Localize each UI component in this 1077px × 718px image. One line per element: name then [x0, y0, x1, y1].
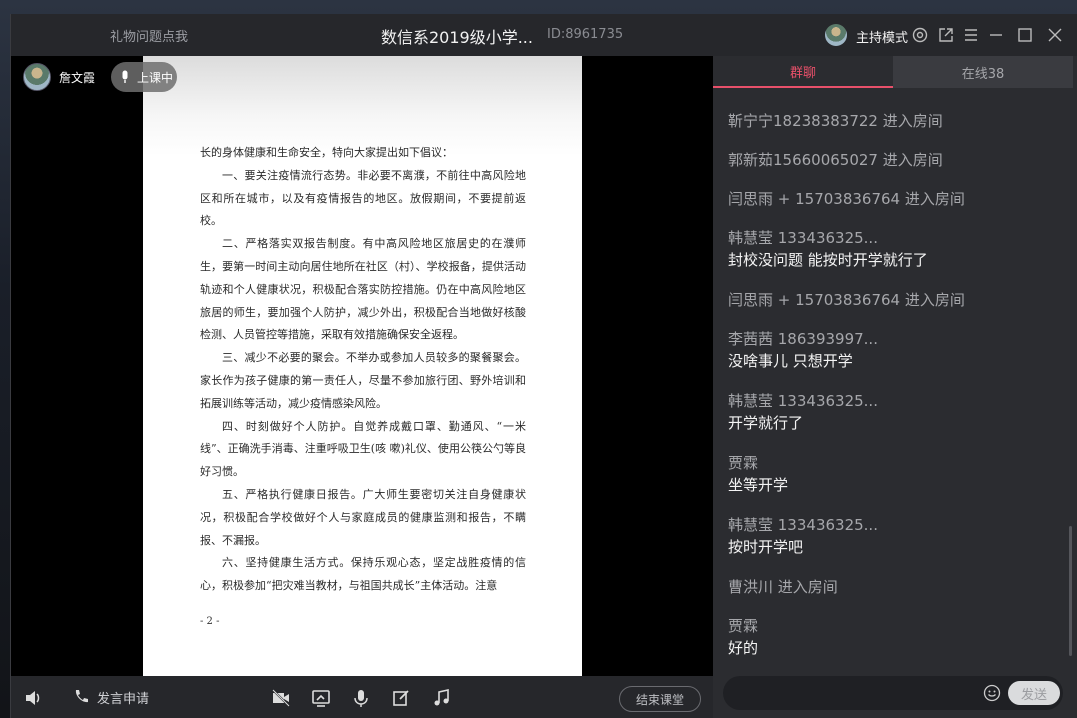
document-paragraph: 五、严格执行健康日报告。广大师生要密切关注自身健康状况，积极配合学校做好个人与家…	[200, 487, 526, 547]
end-class-button[interactable]: 结束课堂	[619, 686, 701, 712]
tab-group-chat[interactable]: 群聊	[713, 56, 893, 88]
document-paragraph: 二、严格落实双报告制度。有中高风险地区旅居史的在濮师生，要第一时间主动向居住地所…	[200, 237, 526, 342]
music-icon[interactable]	[431, 688, 451, 708]
chat-message-sender: 靳宁宁18238383722 进入房间	[728, 112, 943, 130]
speak-request-label: 发言申请	[97, 691, 150, 707]
chat-message: 贾霖 坐等开学	[728, 452, 788, 495]
chat-message-content: 好的	[728, 639, 759, 657]
chat-message: 靳宁宁18238383722 进入房间	[728, 110, 943, 131]
settings-icon[interactable]	[911, 26, 929, 44]
chat-message-content: 坐等开学	[728, 476, 789, 494]
title-bar: 礼物问题点我 数信系2019级小学... ID:8961735 主持模式	[11, 14, 1077, 56]
menu-icon[interactable]	[962, 26, 980, 44]
document-paragraph: 六、坚持健康生活方式。保持乐观心态，坚定战胜疫情的信心，积极参加“把灾难当教材，…	[200, 556, 526, 593]
app-window: 礼物问题点我 数信系2019级小学... ID:8961735 主持模式 长的身…	[10, 14, 1077, 718]
teacher-avatar	[23, 63, 51, 91]
bottom-toolbar: 发言申请 结束课堂	[11, 676, 713, 718]
document-page[interactable]: 长的身体健康和生命安全，特向大家提出如下倡议： 一、要关注疫情流行态势。非必要不…	[143, 56, 582, 676]
microphone-icon[interactable]	[351, 688, 371, 708]
chat-message-sender: 贾霖	[728, 617, 759, 635]
close-icon[interactable]	[1046, 26, 1064, 44]
room-title: 数信系2019级小学...	[381, 28, 533, 47]
document-paragraph: 三、减少不必要的聚会。不举办或参加人员较多的聚餐聚会。家长作为孩子健康的第一责任…	[200, 351, 526, 410]
document-text: 长的身体健康和生命安全，特向大家提出如下倡议： 一、要关注疫情流行态势。非必要不…	[200, 142, 526, 598]
chat-scrollbar[interactable]	[1069, 526, 1072, 656]
speaker-icon[interactable]	[23, 688, 43, 708]
chat-tabs: 群聊 在线38	[713, 56, 1073, 88]
phone-icon	[71, 687, 91, 707]
chat-message-sender: 韩慧莹 133436325...	[728, 392, 878, 410]
chat-message-sender: 闫思雨 + 15703836764 进入房间	[728, 190, 965, 208]
chat-message: 韩慧莹 133436325... 封校没问题 能按时开学就行了	[728, 227, 928, 270]
document-page-number: - 2 -	[200, 616, 220, 627]
minimize-icon[interactable]	[987, 26, 1005, 44]
chat-input[interactable]	[735, 682, 975, 704]
class-status-badge: 上课中	[111, 62, 177, 92]
chat-panel: 群聊 在线38 靳宁宁18238383722 进入房间 郭新茹1566006502…	[713, 56, 1077, 718]
camera-off-icon[interactable]	[271, 688, 291, 708]
chat-message: 郭新茹15660065027 进入房间	[728, 149, 943, 170]
host-avatar[interactable]	[825, 24, 847, 46]
send-button[interactable]: 发送	[1008, 681, 1060, 705]
document-paragraph: 一、要关注疫情流行态势。非必要不离濮，不前往中高风险地区和所在城市，以及有疫情报…	[200, 168, 526, 228]
microphone-icon	[119, 70, 131, 84]
class-status-label: 上课中	[137, 70, 174, 85]
video-stage: 长的身体健康和生命安全，特向大家提出如下倡议： 一、要关注疫情流行态势。非必要不…	[11, 56, 713, 676]
teacher-name: 詹文霞	[59, 70, 96, 85]
chat-message-sender: 李茜茜 186393997...	[728, 330, 878, 348]
chat-message-content: 按时开学吧	[728, 538, 804, 556]
chat-message: 李茜茜 186393997... 没啥事儿 只想开学	[728, 328, 878, 371]
document-paragraph: 长的身体健康和生命安全，特向大家提出如下倡议：	[200, 146, 453, 159]
chat-message: 韩慧莹 133436325... 开学就行了	[728, 390, 878, 433]
screen-share-icon[interactable]	[311, 688, 331, 708]
chat-message-content: 封校没问题 能按时开学就行了	[728, 251, 928, 269]
chat-message-sender: 闫思雨 + 15703836764 进入房间	[728, 291, 965, 309]
document-paragraph: 四、时刻做好个人防护。自觉养成戴口罩、勤通风、“一米线”、正确洗手消毒、注重呼吸…	[200, 419, 526, 479]
chat-message: 闫思雨 + 15703836764 进入房间	[728, 188, 965, 209]
speak-request-button[interactable]: 发言申请	[71, 687, 149, 707]
chat-input-bar: 发送	[723, 676, 1063, 710]
chat-message-content: 没啥事儿 只想开学	[728, 352, 853, 370]
emoji-icon[interactable]	[983, 684, 1001, 702]
share-icon[interactable]	[937, 26, 955, 44]
chat-message-content: 开学就行了	[728, 414, 804, 432]
tab-online-members[interactable]: 在线38	[893, 56, 1073, 88]
teacher-badge: 詹文霞	[23, 62, 95, 92]
chat-message: 韩慧莹 133436325... 按时开学吧	[728, 514, 878, 557]
chat-message: 贾霖 好的	[728, 615, 758, 658]
edit-icon[interactable]	[391, 688, 411, 708]
chat-message-sender: 韩慧莹 133436325...	[728, 229, 878, 247]
chat-message: 曹洪川 进入房间	[728, 576, 838, 597]
chat-message-sender: 郭新茹15660065027 进入房间	[728, 151, 943, 169]
chat-message-list[interactable]: 靳宁宁18238383722 进入房间 郭新茹15660065027 进入房间闫思…	[713, 88, 1068, 672]
chat-message: 闫思雨 + 15703836764 进入房间	[728, 289, 965, 310]
chat-message-sender: 贾霖	[728, 454, 759, 472]
chat-message-sender: 曹洪川 进入房间	[728, 578, 838, 596]
chat-message-sender: 韩慧莹 133436325...	[728, 516, 878, 534]
gift-help-link[interactable]: 礼物问题点我	[110, 26, 188, 45]
maximize-icon[interactable]	[1016, 26, 1034, 44]
host-mode-label[interactable]: 主持模式	[856, 27, 908, 46]
room-id: ID:8961735	[547, 27, 624, 42]
